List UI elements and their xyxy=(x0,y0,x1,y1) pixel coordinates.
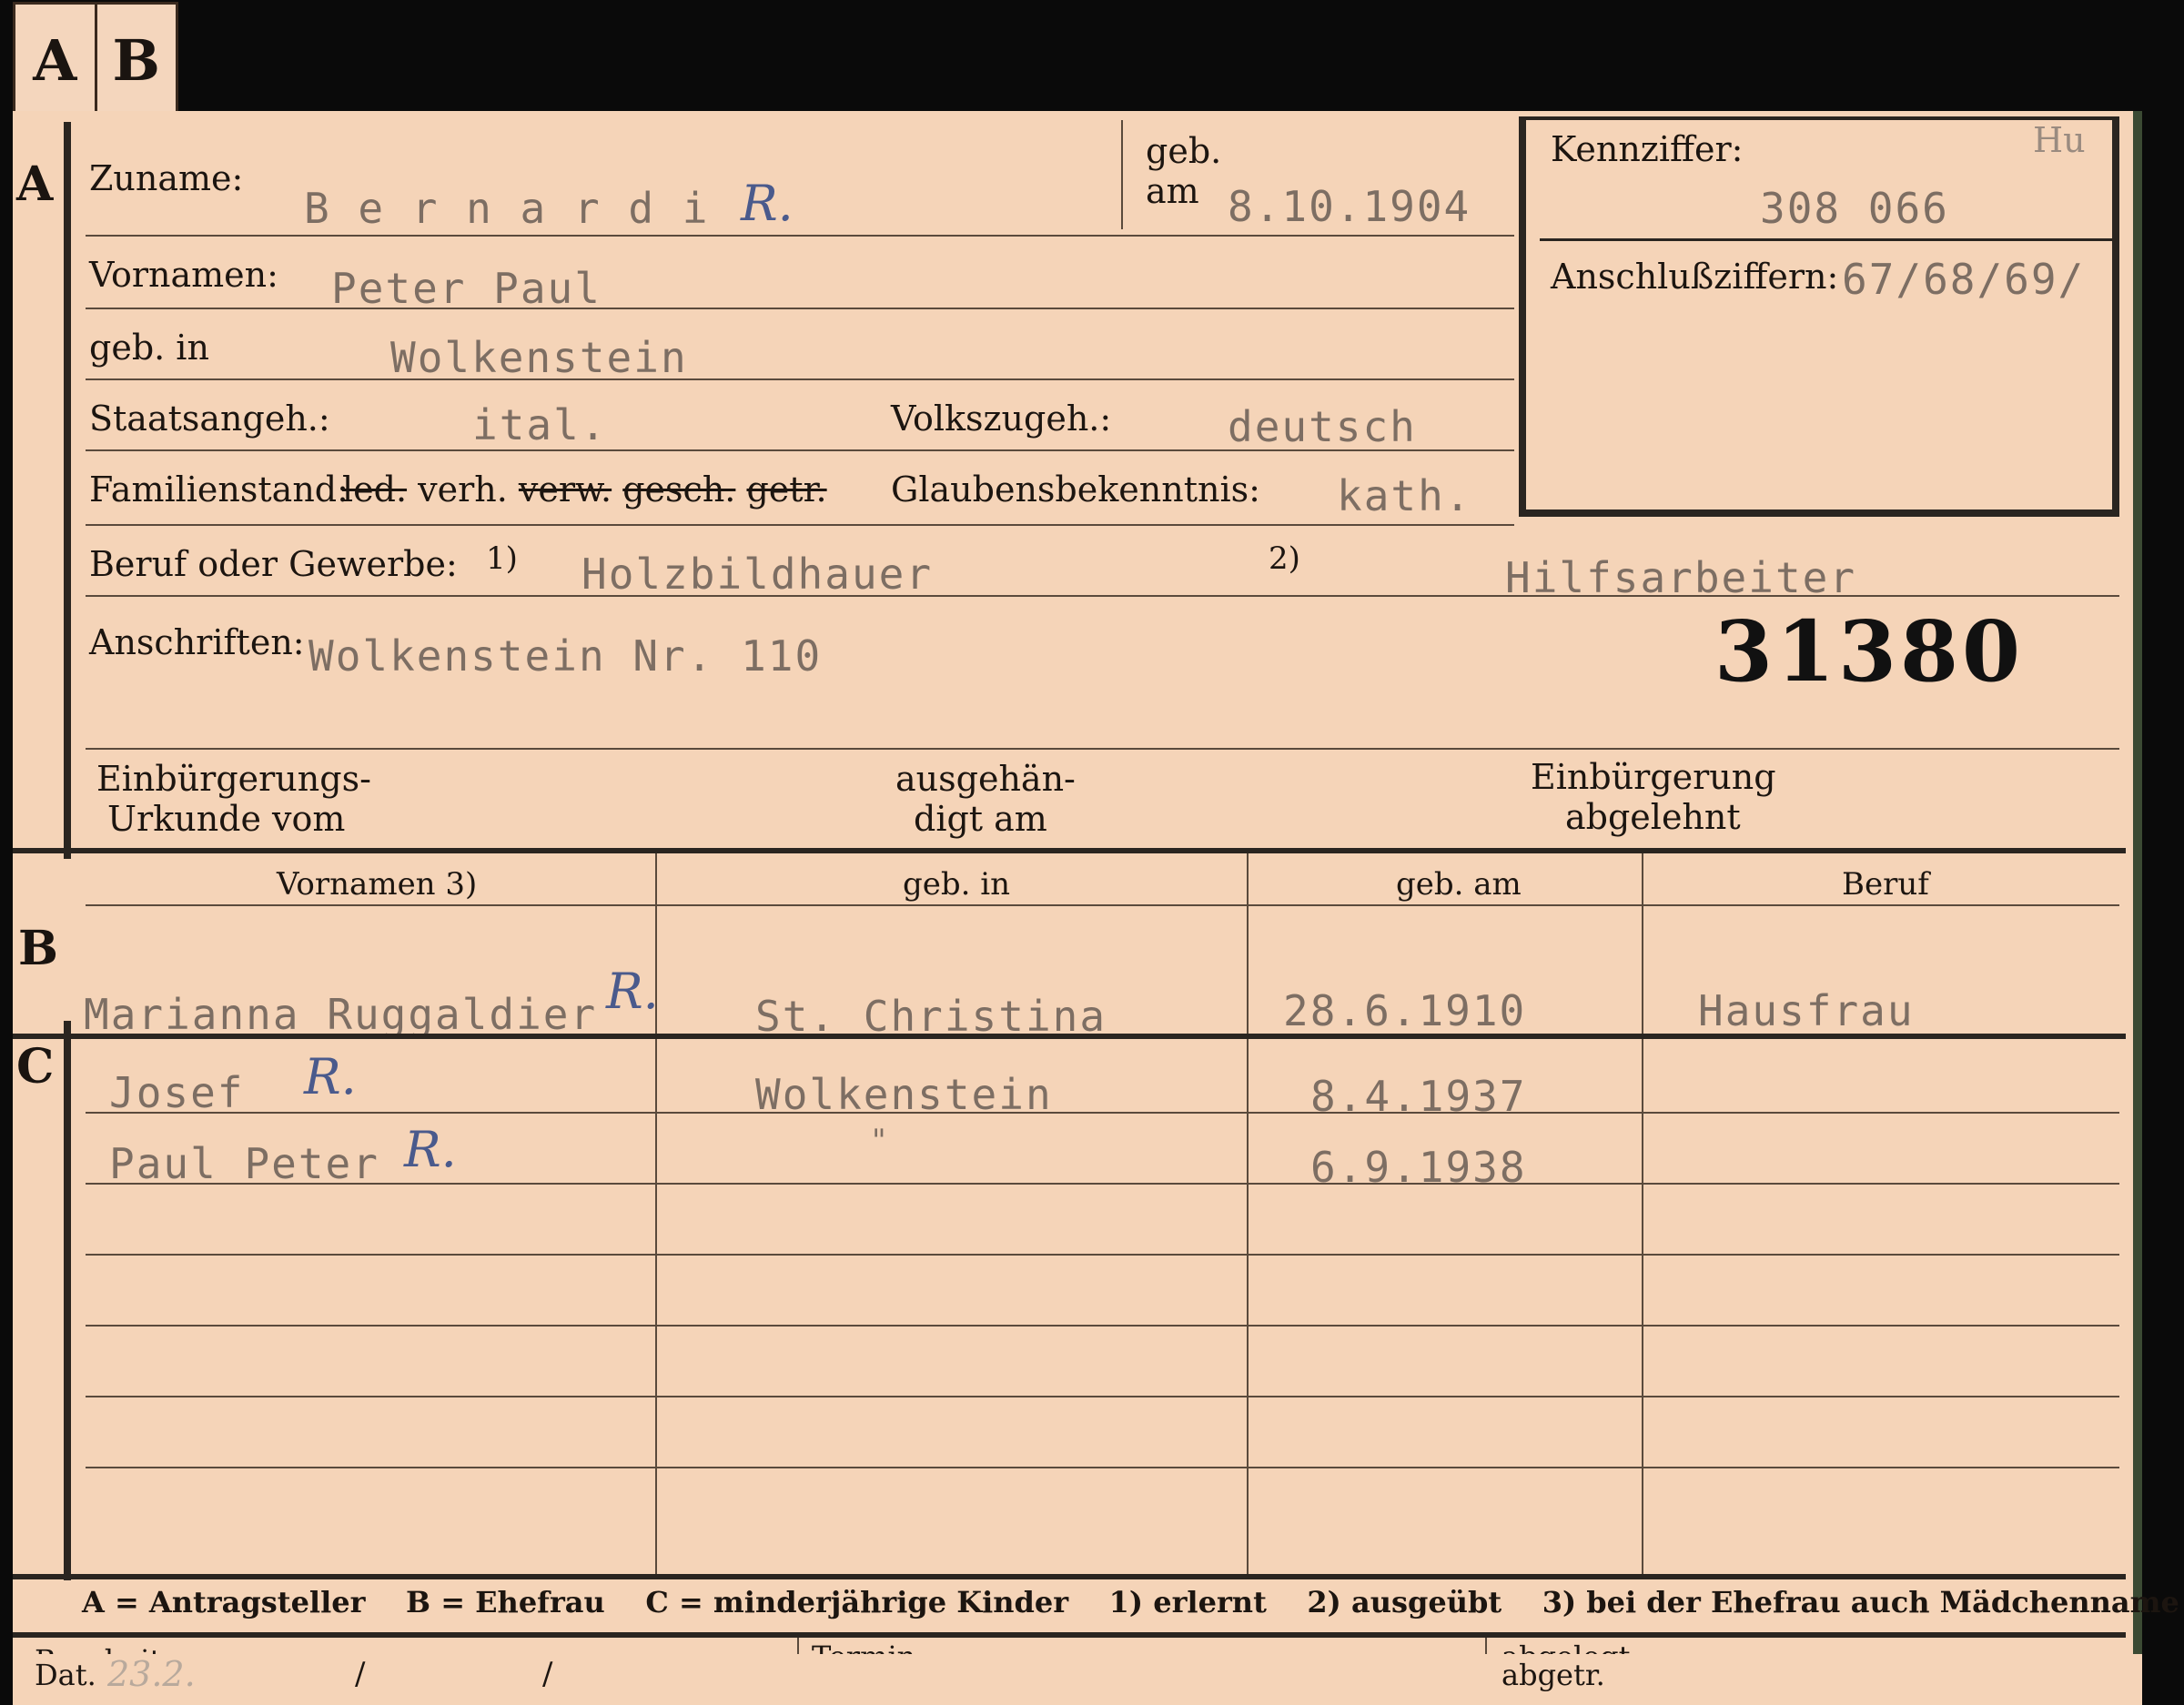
code-value: 308 066 xyxy=(1760,184,1949,233)
reference-box xyxy=(1519,116,2119,517)
reference-rule xyxy=(1540,238,2113,241)
header-occupation: Beruf xyxy=(1842,866,1929,903)
wife-occupation: Hausfrau xyxy=(1698,986,1915,1035)
citizenship-label: Staatsangeh.: xyxy=(89,399,330,439)
occupation-marker-2: 2) xyxy=(1269,540,1300,577)
table-top-rule xyxy=(13,848,2126,853)
surname-mark: R. xyxy=(741,175,794,232)
legend-bottom-rule xyxy=(13,1632,2126,1638)
surname-label: Zuname: xyxy=(89,158,244,198)
child-rule-2 xyxy=(86,1183,2119,1185)
rule-3 xyxy=(86,378,1514,380)
marital-label: Familienstand: xyxy=(89,469,349,509)
section-c-bar xyxy=(64,1021,71,1580)
address-label: Anschriften: xyxy=(89,622,305,662)
legend-note-2: 2) ausgeübt xyxy=(1307,1585,1502,1619)
child-2-name: Paul Peter xyxy=(109,1139,379,1188)
footer-lower: Dat. 23.2. / / abgetr. xyxy=(13,1654,2142,1705)
rule-5 xyxy=(86,524,1514,526)
child-rule-4 xyxy=(86,1325,2119,1327)
child-1-name: Josef xyxy=(109,1068,245,1117)
footer-divider-1 xyxy=(797,1638,799,1654)
tab-b[interactable]: B xyxy=(94,5,177,116)
rule-4 xyxy=(86,449,1514,451)
marital-option-verh: verh. xyxy=(418,469,508,509)
header-rule xyxy=(86,904,2119,906)
legend-note-3: 3) bei der Ehefrau auch Mädchenname xyxy=(1542,1585,2179,1619)
given-names-label: Vornamen: xyxy=(89,255,278,295)
marital-option-getr: getr. xyxy=(746,469,827,509)
child-rule-1 xyxy=(86,1112,2119,1114)
linked-value: 67/68/69/ xyxy=(1842,255,2086,304)
legend-top-rule xyxy=(13,1574,2126,1579)
birthplace-value: Wolkenstein xyxy=(390,333,688,382)
section-b-letter: B xyxy=(18,921,58,976)
marital-option-gesch: gesch. xyxy=(622,469,736,509)
given-names-value: Peter Paul xyxy=(331,264,602,313)
citizenship-value: ital. xyxy=(472,400,608,449)
child-2-mark: R. xyxy=(404,1121,457,1178)
wife-mark: R. xyxy=(606,963,659,1020)
naturalization-doc-label-1: Einbürgerungs- xyxy=(96,759,371,799)
stamp-number: 31380 xyxy=(1714,602,2025,701)
register-tabs: A B xyxy=(13,2,178,118)
rule-2 xyxy=(86,308,1514,309)
registration-card: A B C Kennziffer: Hu 308 066 Anschlußzif… xyxy=(13,111,2179,1678)
marital-option-led: led. xyxy=(342,469,408,509)
footer-divider-2 xyxy=(1485,1638,1487,1654)
child-rule-6 xyxy=(86,1467,2119,1468)
date-label: Dat. xyxy=(35,1658,96,1692)
legend-note-1: 1) erlernt xyxy=(1108,1585,1267,1619)
legend: A = Antragsteller B = Ehefrau C = minder… xyxy=(82,1585,2179,1619)
legend-c: C = minderjährige Kinder xyxy=(645,1585,1069,1619)
ethnicity-label: Volkszugeh.: xyxy=(891,399,1112,439)
naturalization-refused-label-2: abgelehnt xyxy=(1565,797,1741,837)
born-on-value: 8.10.1904 xyxy=(1228,182,1471,231)
wife-name: Marianna Ruggaldier xyxy=(84,990,598,1039)
occupation-learned: Holzbildhauer xyxy=(581,550,934,599)
child-rule-5 xyxy=(86,1396,2119,1397)
date-sep-2: / xyxy=(542,1656,553,1692)
linked-label: Anschlußziffern: xyxy=(1551,257,1839,297)
birthplace-label: geb. in xyxy=(89,328,209,368)
naturalization-doc-label-2: Urkunde vom xyxy=(107,799,346,839)
tab-a[interactable]: A xyxy=(15,5,95,116)
religion-label: Glaubensbekenntnis: xyxy=(891,469,1260,509)
handed-over-label-2: digt am xyxy=(914,799,1047,839)
born-divider xyxy=(1121,120,1123,229)
header-born-on: geb. am xyxy=(1396,866,1522,903)
religion-value: kath. xyxy=(1337,471,1472,520)
occupation-marker-1: 1) xyxy=(486,540,518,577)
child-rule-3 xyxy=(86,1254,2119,1256)
wife-born-on: 28.6.1910 xyxy=(1283,986,1527,1035)
header-birthplace: geb. in xyxy=(903,866,1011,903)
wife-children-rule xyxy=(13,1034,2126,1039)
section-a-bar xyxy=(64,122,71,859)
ethnicity-value: deutsch xyxy=(1228,402,1417,451)
marital-options: led. verh. verw. gesch. getr. xyxy=(342,469,827,509)
section-a-letter: A xyxy=(16,156,54,212)
address-value: Wolkenstein Nr. 110 xyxy=(308,631,823,681)
child-1-mark: R. xyxy=(304,1048,357,1105)
occupation-label: Beruf oder Gewerbe: xyxy=(89,544,458,584)
child-2-birthplace: " xyxy=(872,1123,886,1159)
section-c-letter: C xyxy=(16,1039,55,1095)
legend-b: B = Ehefrau xyxy=(406,1585,605,1619)
rule-6 xyxy=(86,595,2119,597)
marital-option-verw: verw. xyxy=(518,469,612,509)
date-handwritten: 23.2. xyxy=(107,1654,196,1694)
date-sep-1: / xyxy=(355,1656,366,1692)
rule-1 xyxy=(86,235,1514,237)
legend-a: A = Antragsteller xyxy=(82,1585,366,1619)
surname-value: B e r n a r d i xyxy=(304,184,710,233)
rule-7 xyxy=(86,748,2119,750)
handed-over-label-1: ausgehän- xyxy=(895,759,1076,799)
header-given-names: Vornamen 3) xyxy=(277,866,478,903)
born-on-label-2: am xyxy=(1146,171,1199,211)
born-on-label-1: geb. xyxy=(1146,131,1222,171)
naturalization-refused-label-1: Einbürgerung xyxy=(1531,757,1776,797)
processed-label: abgetr. xyxy=(1502,1658,1605,1692)
code-note: Hu xyxy=(2033,120,2086,160)
code-label: Kennziffer: xyxy=(1551,129,1744,169)
